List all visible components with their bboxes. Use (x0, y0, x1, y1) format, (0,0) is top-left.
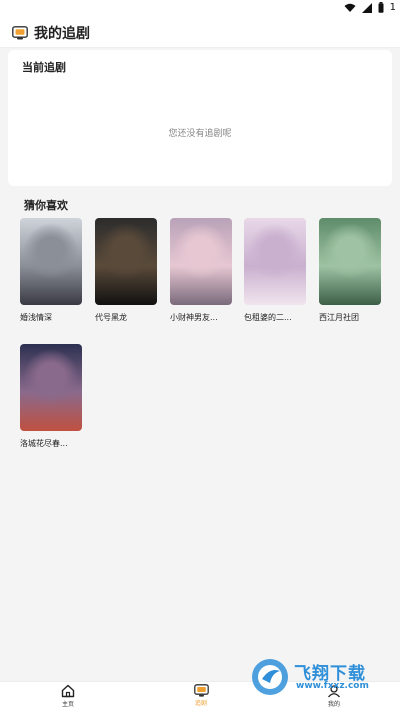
drama-card[interactable]: 代号黑龙 (95, 218, 159, 323)
drama-title[interactable]: 西江月社团 (319, 312, 383, 323)
drama-poster[interactable] (20, 344, 82, 431)
home-icon (61, 684, 75, 698)
tv-icon (193, 684, 209, 697)
drama-title[interactable]: 代号黑龙 (95, 312, 159, 323)
nav-following-label: 追剧 (194, 700, 207, 707)
drama-card[interactable]: 西江月社团 (319, 218, 383, 323)
nav-home[interactable]: 主页 (48, 684, 88, 708)
nav-following[interactable]: 追剧 (181, 684, 221, 707)
drama-title[interactable]: 婚浅情深 (20, 312, 84, 323)
drama-title[interactable]: 包租婆的二... (244, 312, 308, 323)
watermark-logo-icon (252, 659, 288, 695)
drama-poster[interactable] (319, 218, 381, 305)
drama-poster[interactable] (95, 218, 157, 305)
watermark: 飞翔下载 www.fxxz.com (250, 657, 390, 697)
status-bar: 1 (0, 0, 400, 18)
cellular-icon (361, 2, 372, 13)
drama-poster[interactable] (170, 218, 232, 305)
nav-profile-label: 我的 (327, 701, 340, 708)
wifi-icon (344, 3, 356, 12)
recommend-section-title: 猜你喜欢 (24, 199, 68, 212)
watermark-url: www.fxxz.com (296, 681, 369, 691)
page-title: 我的追剧 (34, 25, 90, 42)
tv-logo-icon (12, 25, 28, 39)
empty-state-text: 您还没有追剧呢 (168, 129, 232, 139)
app-header: 我的追剧 (0, 18, 400, 48)
nav-home-label: 主页 (61, 701, 74, 708)
drama-card[interactable]: 包租婆的二... (244, 218, 308, 323)
drama-poster[interactable] (244, 218, 306, 305)
battery-text: 1 (389, 2, 396, 13)
drama-card[interactable]: 小财神男友... (170, 218, 234, 323)
battery-icon (378, 2, 384, 13)
drama-card[interactable]: 婚浅情深 (20, 218, 84, 323)
drama-title[interactable]: 小财神男友... (170, 312, 234, 323)
current-drama-card: 当前追剧 您还没有追剧呢 (8, 50, 392, 186)
current-section-title: 当前追剧 (22, 61, 66, 74)
drama-title[interactable]: 洛城花尽春... (20, 438, 84, 449)
status-icons: 1 (344, 2, 396, 13)
drama-card[interactable]: 洛城花尽春... (20, 344, 84, 449)
drama-poster[interactable] (20, 218, 82, 305)
